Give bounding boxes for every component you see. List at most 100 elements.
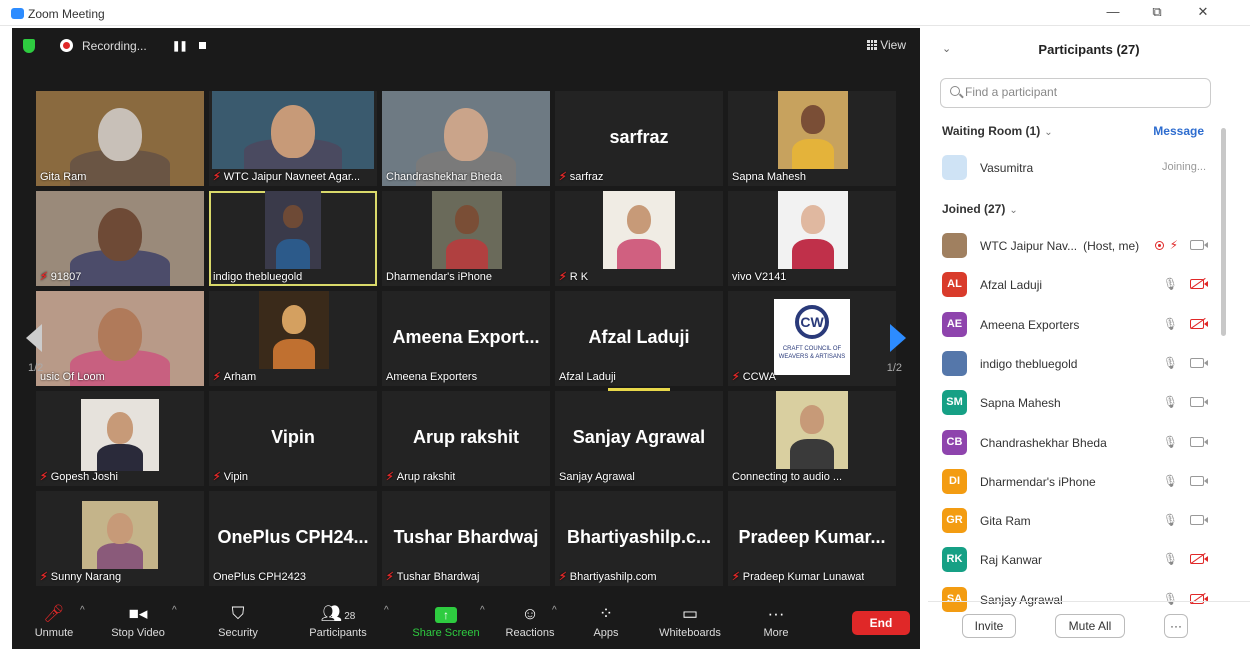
- tile-display-name: Bhartiyashilp.c...: [566, 527, 712, 547]
- microphone-icon[interactable]: 🎙︎: [1163, 513, 1178, 527]
- video-tile[interactable]: indigo thebluegold: [209, 191, 377, 286]
- joined-header[interactable]: Joined (27) ⌄: [942, 202, 1018, 216]
- next-page-arrow-icon[interactable]: [890, 324, 906, 352]
- previous-page-arrow-icon[interactable]: [26, 324, 42, 352]
- video-tile[interactable]: Bhartiyashilp.c... ⚡︎ Bhartiyashilp.com: [555, 491, 723, 586]
- invite-button[interactable]: Invite: [962, 614, 1016, 638]
- microphone-icon[interactable]: 🎙︎: [1163, 395, 1178, 409]
- video-off-icon[interactable]: [1190, 554, 1208, 565]
- end-meeting-button[interactable]: End: [852, 611, 910, 635]
- audio-options-caret-icon[interactable]: ^: [80, 605, 85, 616]
- video-camera-icon[interactable]: [1190, 515, 1208, 526]
- microphone-muted-icon: ⚡︎: [559, 571, 567, 583]
- mute-all-button[interactable]: Mute All: [1055, 614, 1125, 638]
- video-tile[interactable]: CW CRAFT COUNCIL OF WEAVERS & ARTISANS ⚡︎ C…: [728, 291, 896, 386]
- video-tile[interactable]: ⚡︎ Arham: [209, 291, 377, 386]
- video-tile[interactable]: ⚡︎ WTC Jaipur Navneet Agar...: [209, 91, 377, 186]
- pause-recording-icon[interactable]: ❚❚: [172, 41, 188, 52]
- stop-video-button[interactable]: ■◂ Stop Video: [98, 603, 178, 639]
- waiting-participant-row[interactable]: Vasumitra Joining...: [942, 154, 1210, 182]
- video-tile[interactable]: Chandrashekhar Bheda: [382, 91, 550, 186]
- video-tile[interactable]: usic Of Loom: [36, 291, 204, 386]
- video-tile[interactable]: Vipin ⚡︎ Vipin: [209, 391, 377, 486]
- tile-name: Arham: [223, 371, 257, 383]
- participant-row[interactable]: DI Dharmendar's iPhone 🎙︎: [942, 468, 1210, 496]
- microphone-icon[interactable]: 🎙︎: [1163, 552, 1178, 566]
- video-tile[interactable]: Tushar Bhardwaj ⚡︎ Tushar Bhardwaj: [382, 491, 550, 586]
- participants-button[interactable]: 👥︎ 28 Participants: [298, 603, 378, 639]
- video-tile[interactable]: ⚡︎ 91807: [36, 191, 204, 286]
- video-tile[interactable]: ⚡︎ Sunny Narang: [36, 491, 204, 586]
- security-button[interactable]: ⛉ Security: [198, 603, 278, 639]
- microphone-icon[interactable]: 🎙︎: [1163, 277, 1178, 291]
- video-tile[interactable]: Connecting to audio ...: [728, 391, 896, 486]
- microphone-icon[interactable]: 🎙︎: [1163, 356, 1178, 370]
- search-input[interactable]: [965, 85, 1205, 99]
- avatar: DI: [942, 468, 967, 494]
- video-tile[interactable]: Ameena Export... Ameena Exporters: [382, 291, 550, 386]
- participant-row[interactable]: WTC Jaipur Nav... (Host, me) ⚡︎: [942, 232, 1210, 260]
- video-camera-icon[interactable]: [1190, 240, 1208, 250]
- video-camera-icon[interactable]: [1190, 357, 1208, 368]
- participant-search-box[interactable]: [940, 78, 1211, 108]
- microphone-muted-icon[interactable]: ⚡︎: [1170, 238, 1178, 252]
- reactions-button[interactable]: ☺ Reactions: [490, 603, 570, 639]
- participants-caret-icon[interactable]: ^: [384, 605, 389, 616]
- video-off-icon[interactable]: [1190, 279, 1208, 290]
- video-tile[interactable]: OnePlus CPH24... OnePlus CPH2423: [209, 491, 377, 586]
- more-options-button[interactable]: ···: [1164, 614, 1188, 638]
- video-camera-icon[interactable]: [1190, 397, 1208, 408]
- more-label: More: [763, 627, 789, 639]
- participant-row[interactable]: RK Raj Kanwar 🎙︎: [942, 546, 1210, 574]
- video-camera-icon[interactable]: [1190, 475, 1208, 486]
- more-button[interactable]: ··· More: [736, 603, 816, 639]
- tile-name-label: ⚡︎ R K: [559, 270, 588, 283]
- video-camera-icon[interactable]: [1190, 436, 1208, 447]
- view-button[interactable]: View: [867, 38, 906, 52]
- reactions-caret-icon[interactable]: ^: [552, 605, 557, 616]
- participant-row[interactable]: CB Chandrashekhar Bheda 🎙︎: [942, 429, 1210, 457]
- message-link[interactable]: Message: [1153, 124, 1204, 138]
- participant-row[interactable]: AL Afzal Laduji 🎙︎: [942, 271, 1210, 299]
- restore-button[interactable]: ⧉: [1142, 4, 1172, 20]
- share-screen-button[interactable]: ↑ Share Screen: [406, 603, 486, 639]
- participant-name-text: indigo thebluegold: [980, 356, 1078, 371]
- stop-recording-icon[interactable]: [199, 42, 206, 49]
- participant-name: Gita Ram: [980, 514, 1031, 528]
- video-tile[interactable]: ⚡︎ R K: [555, 191, 723, 286]
- avatar: CB: [942, 429, 967, 455]
- video-tile[interactable]: Sapna Mahesh: [728, 91, 896, 186]
- video-off-icon[interactable]: [1190, 318, 1208, 329]
- video-tile[interactable]: Gita Ram: [36, 91, 204, 186]
- tile-name-label: ⚡︎ 91807: [40, 270, 81, 283]
- microphone-icon[interactable]: 🎙︎: [1163, 474, 1178, 488]
- video-options-caret-icon[interactable]: ^: [172, 605, 177, 616]
- participant-row[interactable]: GR Gita Ram 🎙︎: [942, 507, 1210, 535]
- video-tile[interactable]: vivo V2141: [728, 191, 896, 286]
- video-tile[interactable]: Afzal Laduji Afzal Laduji: [555, 291, 723, 386]
- participant-row[interactable]: AE Ameena Exporters 🎙︎: [942, 311, 1210, 339]
- minimize-button[interactable]: —: [1098, 4, 1128, 19]
- tile-display-name: Arup rakshit: [412, 427, 520, 447]
- video-tile[interactable]: Arup rakshit ⚡︎ Arup rakshit: [382, 391, 550, 486]
- encryption-shield-icon[interactable]: [23, 39, 35, 53]
- video-tile[interactable]: Dharmendar's iPhone: [382, 191, 550, 286]
- waiting-room-header[interactable]: Waiting Room (1) ⌄: [942, 124, 1053, 138]
- video-tile[interactable]: Pradeep Kumar... ⚡︎ Pradeep Kumar Lunawat: [728, 491, 896, 586]
- video-tile[interactable]: sarfraz ⚡︎ sarfraz: [555, 91, 723, 186]
- microphone-icon[interactable]: 🎙︎: [1163, 317, 1178, 331]
- participant-list-scrollbar[interactable]: [1221, 128, 1226, 336]
- video-tile[interactable]: ⚡︎ Gopesh Joshi: [36, 391, 204, 486]
- microphone-icon[interactable]: 🎙︎: [1163, 435, 1178, 449]
- participant-row[interactable]: SM Sapna Mahesh 🎙︎: [942, 389, 1210, 417]
- participant-row[interactable]: indigo thebluegold 🎙︎: [942, 350, 1210, 378]
- whiteboards-button[interactable]: ▭ Whiteboards: [650, 603, 730, 639]
- participant-video-frame: [81, 399, 159, 471]
- video-tile[interactable]: Sanjay Agrawal Sanjay Agrawal: [555, 391, 723, 486]
- share-options-caret-icon[interactable]: ^: [480, 605, 485, 616]
- tile-display-name: sarfraz: [609, 127, 669, 147]
- close-button[interactable]: ✕: [1188, 4, 1218, 20]
- tile-name-label: ⚡︎ Bhartiyashilp.com: [559, 570, 657, 583]
- person-body: [792, 139, 834, 169]
- apps-button[interactable]: ⁘ Apps: [566, 603, 646, 639]
